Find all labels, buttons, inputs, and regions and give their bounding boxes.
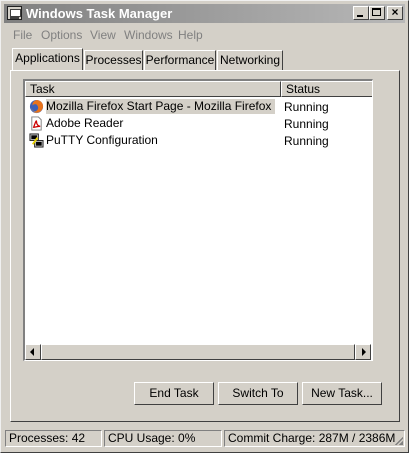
putty-icon	[29, 133, 44, 148]
task-row[interactable]: Adobe Reader Running	[25, 115, 371, 132]
title-bar[interactable]: Windows Task Manager ×	[4, 4, 405, 23]
end-task-button[interactable]: End Task	[134, 382, 214, 405]
task-name: Adobe Reader	[46, 116, 124, 130]
tab-networking[interactable]: Networking	[217, 50, 283, 70]
scroll-left-button[interactable]	[25, 344, 41, 360]
status-bar: Processes: 42 CPU Usage: 0% Commit Charg…	[5, 430, 405, 447]
task-status: Running	[284, 134, 329, 148]
task-status: Running	[284, 100, 329, 114]
adobe-reader-icon	[31, 116, 42, 131]
minimize-icon	[357, 15, 363, 17]
task-status: Running	[284, 117, 329, 131]
menu-help[interactable]: Help	[178, 28, 203, 42]
task-manager-window: Windows Task Manager × File Options View…	[0, 0, 409, 453]
tab-applications[interactable]: Applications	[12, 48, 83, 70]
menu-options[interactable]: Options	[41, 28, 82, 42]
menu-file[interactable]: File	[13, 28, 32, 42]
task-manager-icon	[7, 6, 22, 20]
task-name: Mozilla Firefox Start Page - Mozilla Fir…	[46, 99, 276, 114]
switch-to-button[interactable]: Switch To	[218, 382, 298, 405]
list-header: Task Status	[25, 81, 372, 97]
menu-windows[interactable]: Windows	[124, 28, 173, 42]
tab-performance[interactable]: Performance	[144, 50, 216, 70]
column-header-task[interactable]: Task	[25, 81, 281, 97]
menu-view[interactable]: View	[90, 28, 116, 42]
tab-processes[interactable]: Processes	[84, 50, 143, 70]
arrow-left-icon	[30, 348, 34, 356]
arrow-right-icon	[362, 348, 366, 356]
maximize-button[interactable]	[369, 6, 385, 20]
column-header-status[interactable]: Status	[281, 81, 372, 97]
task-list[interactable]: Task Status Mozilla Firefox Start Page -…	[23, 79, 373, 361]
task-row[interactable]: PuTTY Configuration Running	[25, 132, 371, 149]
minimize-button[interactable]	[353, 6, 369, 20]
window-title: Windows Task Manager	[26, 6, 173, 21]
new-task-button[interactable]: New Task...	[302, 382, 382, 405]
scroll-right-button[interactable]	[355, 344, 371, 360]
scroll-thumb[interactable]	[41, 344, 355, 360]
horizontal-scrollbar[interactable]	[25, 344, 371, 360]
close-button[interactable]: ×	[387, 5, 403, 20]
status-commit-charge: Commit Charge: 287M / 2386M	[224, 430, 405, 447]
task-row[interactable]: Mozilla Firefox Start Page - Mozilla Fir…	[25, 98, 371, 115]
status-cpu-usage: CPU Usage: 0%	[104, 430, 222, 447]
resize-grip-icon[interactable]	[393, 435, 403, 445]
status-processes: Processes: 42	[5, 430, 102, 447]
close-icon: ×	[391, 5, 399, 19]
task-name: PuTTY Configuration	[46, 133, 158, 147]
firefox-icon	[29, 99, 44, 114]
maximize-icon	[372, 8, 381, 16]
